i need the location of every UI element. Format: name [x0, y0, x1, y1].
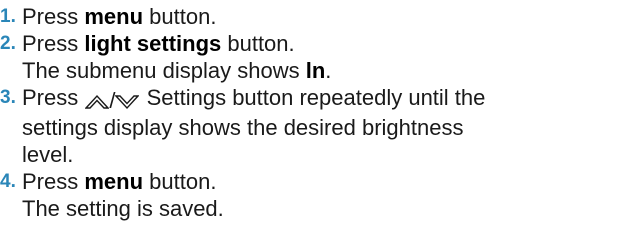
step-number: 3. — [0, 87, 16, 108]
step-text: Press — [22, 31, 85, 56]
step-number: 4. — [0, 171, 16, 192]
step-text: Press — [22, 169, 85, 194]
display-value: ln — [305, 58, 326, 83]
step-text: button. — [143, 4, 217, 29]
button-name: menu — [84, 4, 144, 29]
chevron-down-icon — [115, 95, 140, 110]
step-text: button. — [221, 31, 295, 56]
step-instruction: Press / Settings button repeatedly until… — [22, 84, 638, 114]
step-3: 3. Press / Settings button repeatedly un… — [0, 84, 638, 168]
step-number: 2. — [0, 33, 16, 54]
step-instruction: Press light settings button. — [22, 30, 638, 57]
step-text: Settings button repeatedly until the — [140, 85, 486, 110]
step-text: Press — [22, 85, 85, 110]
chevron-up-icon — [85, 95, 110, 109]
step-text: Press — [22, 4, 85, 29]
result-text: . — [325, 58, 332, 83]
instruction-steps: 1. Press menu button. 2. Press light set… — [0, 0, 638, 222]
step-result: The setting is saved. — [22, 196, 224, 221]
settings-arrows: / — [85, 87, 140, 114]
step-1: 1. Press menu button. — [0, 3, 638, 30]
button-name: light settings — [84, 31, 222, 56]
step-instruction: Press menu button. — [22, 3, 638, 30]
button-name: menu — [84, 169, 144, 194]
result-text: The submenu display shows — [22, 58, 306, 83]
step-instruction: Press menu button. — [22, 168, 638, 195]
step-text: button. — [143, 169, 217, 194]
step-number: 1. — [0, 6, 16, 27]
step-4: 4. Press menu button. The setting is sav… — [0, 168, 638, 222]
step-result: The submenu display shows ln. — [22, 57, 638, 84]
step-text-line-2: settings display shows the desired brigh… — [22, 115, 464, 140]
step-2: 2. Press light settings button. The subm… — [0, 30, 638, 84]
step-text-line-3: level. — [22, 142, 74, 167]
